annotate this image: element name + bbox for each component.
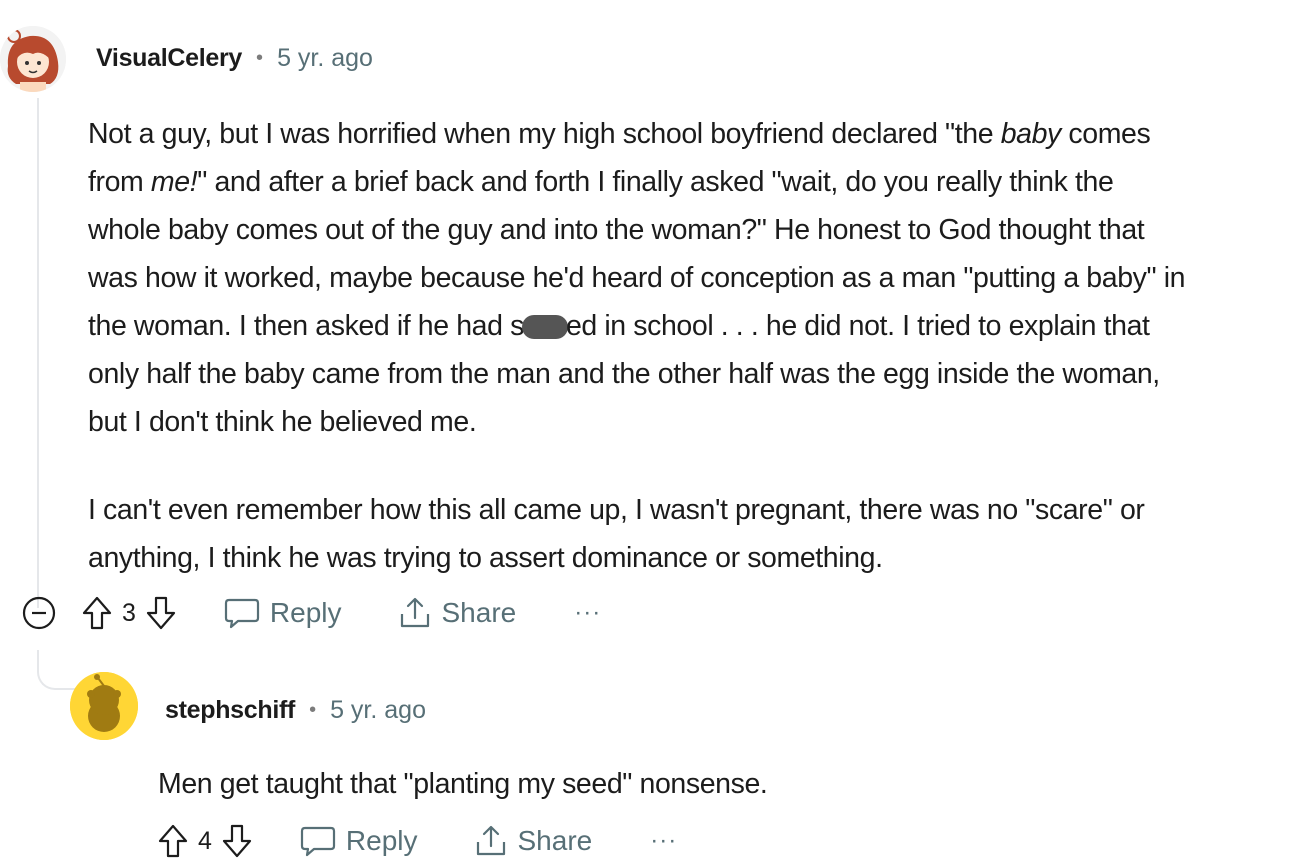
- share-icon: [474, 824, 508, 858]
- speech-bubble-icon: [224, 597, 260, 629]
- share-label: Share: [517, 825, 593, 856]
- timestamp[interactable]: 5 yr. ago: [330, 696, 426, 725]
- reply-connector: [37, 650, 75, 690]
- reply-label: Reply: [345, 825, 418, 856]
- more-options-button[interactable]: ···: [574, 599, 601, 627]
- text: I can't even remember how this all came …: [88, 494, 1145, 526]
- comment-paragraph: Not a guy, but I was horrified when my h…: [88, 110, 1288, 446]
- text: anything, I think he was trying to asser…: [88, 542, 883, 574]
- speech-bubble-icon: [300, 825, 336, 857]
- reply-actions: 4 Reply Share ···: [158, 824, 677, 858]
- comment-paragraph: I can't even remember how this all came …: [88, 486, 1288, 582]
- text: ed in school . . . he did not. I tried t…: [565, 310, 1150, 342]
- share-button[interactable]: Share: [398, 596, 517, 630]
- share-label: Share: [441, 597, 517, 628]
- share-button[interactable]: Share: [474, 824, 593, 858]
- text: only half the baby came from the man and…: [88, 358, 1160, 390]
- vote-count: 4: [198, 826, 212, 855]
- text: " and after a brief back and forth I fin…: [197, 166, 1114, 198]
- emphasis: baby: [1000, 118, 1062, 150]
- minus-circle-icon[interactable]: [22, 596, 56, 630]
- meta-separator: •: [309, 699, 317, 721]
- timestamp[interactable]: 5 yr. ago: [277, 44, 373, 73]
- reply-label: Reply: [269, 597, 342, 628]
- arrow-up-icon[interactable]: [82, 596, 112, 630]
- text: Not a guy, but I was horrified when my h…: [88, 118, 1001, 150]
- text: whole baby comes out of the guy and into…: [88, 214, 1145, 246]
- thread-line[interactable]: [37, 98, 39, 608]
- text: but I don't think he believed me.: [88, 406, 477, 438]
- arrow-down-icon[interactable]: [222, 824, 252, 858]
- reply-button[interactable]: Reply: [224, 597, 342, 629]
- meta-separator: •: [256, 47, 264, 69]
- vote-count: 3: [122, 598, 136, 627]
- text: was how it worked, maybe because he'd he…: [88, 262, 1186, 294]
- text: from: [88, 166, 151, 198]
- reply-meta: stephschiff • 5 yr. ago: [165, 696, 426, 725]
- text: the woman. I then asked if he had s: [88, 310, 524, 342]
- username[interactable]: VisualCelery: [96, 44, 242, 73]
- username[interactable]: stephschiff: [165, 696, 295, 725]
- avatar[interactable]: [70, 672, 138, 740]
- avatar[interactable]: [0, 26, 66, 92]
- comment-actions: 3 Reply Share ···: [22, 596, 601, 630]
- more-options-button[interactable]: ···: [650, 827, 677, 855]
- reply-body: Men get taught that "planting my seed" n…: [158, 768, 768, 800]
- arrow-down-icon[interactable]: [146, 596, 176, 630]
- arrow-up-icon[interactable]: [158, 824, 188, 858]
- comment-body: Not a guy, but I was horrified when my h…: [88, 110, 1288, 582]
- share-icon: [398, 596, 432, 630]
- emphasis: me!: [150, 166, 198, 198]
- comment-meta: VisualCelery • 5 yr. ago: [96, 44, 373, 73]
- redaction-mark: [521, 315, 568, 340]
- reply-button[interactable]: Reply: [300, 825, 418, 857]
- text: comes: [1060, 118, 1151, 150]
